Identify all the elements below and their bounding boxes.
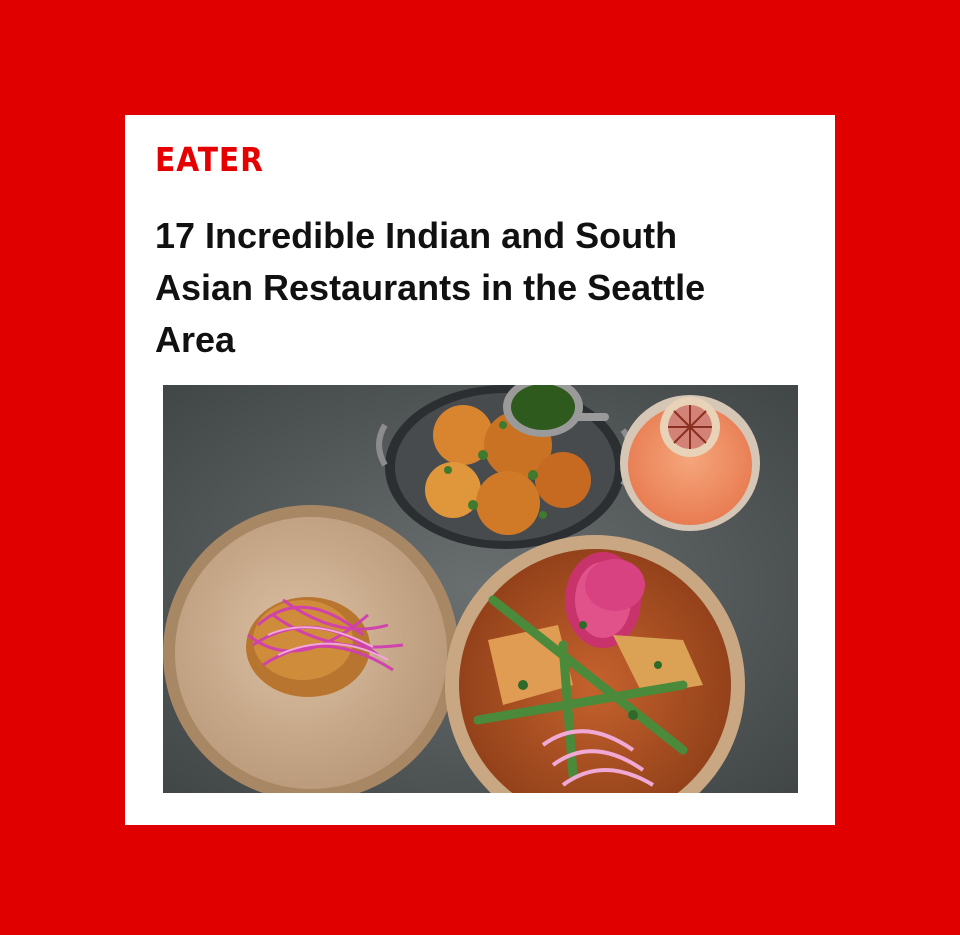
article-title[interactable]: 17 Incredible Indian and South Asian Res… — [155, 210, 755, 366]
article-card[interactable]: EATER 17 Incredible Indian and South Asi… — [125, 115, 835, 825]
plate-with-fritter — [163, 505, 459, 793]
eater-logo[interactable]: EATER — [155, 143, 264, 176]
article-photo — [163, 385, 798, 793]
cocktail-glass — [620, 395, 760, 531]
